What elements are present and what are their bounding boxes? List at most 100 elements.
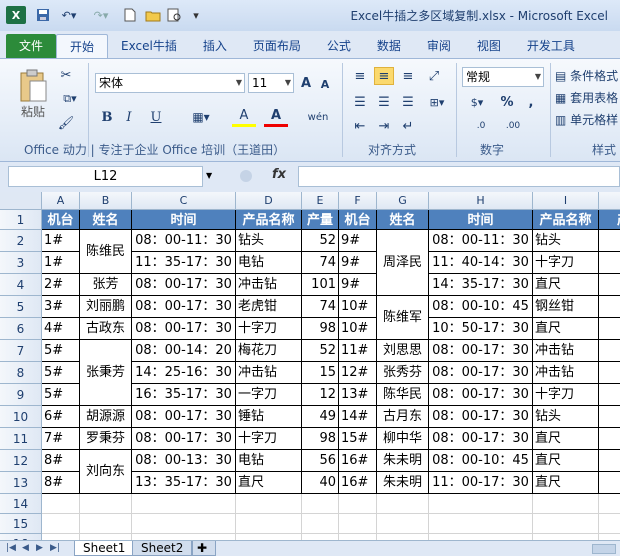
row-header[interactable]: 1: [0, 210, 42, 230]
output-cell[interactable]: 40: [302, 472, 339, 494]
header-cell[interactable]: 产品名称: [236, 210, 302, 230]
header-cell[interactable]: 产量: [302, 210, 339, 230]
row-header[interactable]: 4: [0, 274, 42, 296]
time-cell[interactable]: 08：00-17：30: [429, 428, 533, 450]
time-cell[interactable]: 08：00-17：30: [429, 384, 533, 406]
tab-page-layout[interactable]: 页面布局: [240, 34, 314, 58]
time-cell[interactable]: 08：00-17：30: [429, 362, 533, 384]
name-cell[interactable]: 周泽民: [377, 230, 429, 296]
empty-cell[interactable]: [132, 514, 236, 534]
output-cell[interactable]: 2: [599, 296, 620, 318]
align-right-icon[interactable]: ☰: [398, 93, 418, 111]
time-cell[interactable]: 08：00-11：30: [429, 230, 533, 252]
format-as-table-button[interactable]: ▦ 套用表格: [555, 89, 618, 106]
open-folder-icon[interactable]: [144, 6, 162, 24]
output-cell[interactable]: 52: [302, 230, 339, 252]
machine-cell[interactable]: 12#: [339, 362, 377, 384]
tab-insert[interactable]: 插入: [190, 34, 240, 58]
empty-cell[interactable]: [429, 494, 533, 514]
output-cell[interactable]: 98: [302, 428, 339, 450]
output-cell[interactable]: 49: [302, 406, 339, 428]
machine-cell[interactable]: 11#: [339, 340, 377, 362]
wrap-text-icon[interactable]: ↵: [398, 117, 418, 135]
empty-cell[interactable]: [302, 494, 339, 514]
time-cell[interactable]: 10：50-17：30: [429, 318, 533, 340]
machine-cell[interactable]: 4#: [42, 318, 80, 340]
column-header[interactable]: J: [599, 192, 620, 210]
output-cell[interactable]: 7: [599, 362, 620, 384]
name-cell[interactable]: 柳中华: [377, 428, 429, 450]
empty-cell[interactable]: [42, 494, 80, 514]
column-header[interactable]: E: [302, 192, 339, 210]
font-color-button[interactable]: A: [264, 107, 288, 127]
output-cell[interactable]: 8: [599, 340, 620, 362]
font-size-select[interactable]: 11 ▼: [248, 73, 294, 93]
name-cell[interactable]: 陈维军: [377, 296, 429, 340]
product-cell[interactable]: 十字刀: [533, 252, 599, 274]
product-cell[interactable]: 十字刀: [236, 318, 302, 340]
font-name-select[interactable]: 宋体 ▼: [95, 73, 245, 93]
worksheet-grid[interactable]: ABCDEFGHIJ12345678910111213141516机台姓名时间产…: [0, 192, 620, 540]
row-header[interactable]: 10: [0, 406, 42, 428]
column-header[interactable]: A: [42, 192, 80, 210]
product-cell[interactable]: 电钻: [236, 252, 302, 274]
empty-cell[interactable]: [533, 494, 599, 514]
output-cell[interactable]: 101: [302, 274, 339, 296]
row-header[interactable]: 13: [0, 472, 42, 494]
row-header[interactable]: 5: [0, 296, 42, 318]
column-header[interactable]: B: [80, 192, 132, 210]
grow-font-button[interactable]: A: [298, 73, 314, 93]
italic-button[interactable]: I: [120, 107, 138, 127]
header-cell[interactable]: 姓名: [377, 210, 429, 230]
output-cell[interactable]: 9: [599, 428, 620, 450]
row-header[interactable]: 15: [0, 514, 42, 534]
borders-icon[interactable]: ▦▾: [186, 107, 216, 127]
column-header[interactable]: C: [132, 192, 236, 210]
paste-button[interactable]: 粘贴: [14, 63, 52, 125]
name-cell[interactable]: 陈华民: [377, 384, 429, 406]
format-painter-icon[interactable]: 🖌: [58, 115, 75, 131]
prev-sheet-icon[interactable]: ◀: [22, 543, 29, 553]
next-sheet-icon[interactable]: ▶: [36, 543, 43, 553]
empty-cell[interactable]: [599, 514, 620, 534]
product-cell[interactable]: 电钻: [236, 450, 302, 472]
machine-cell[interactable]: 16#: [339, 472, 377, 494]
insert-sheet-icon[interactable]: ✚: [192, 541, 216, 556]
time-cell[interactable]: 13：35-17：30: [132, 472, 236, 494]
output-cell[interactable]: 15: [302, 362, 339, 384]
product-cell[interactable]: 直尺: [533, 318, 599, 340]
product-cell[interactable]: 冲击钻: [533, 340, 599, 362]
time-cell[interactable]: 08：00-14：20: [132, 340, 236, 362]
time-cell[interactable]: 08：00-17：30: [132, 428, 236, 450]
name-cell[interactable]: 刘丽鹏: [80, 296, 132, 318]
print-preview-icon[interactable]: [166, 6, 184, 24]
redo-icon[interactable]: ↷▾: [90, 6, 112, 24]
time-cell[interactable]: 08：00-13：30: [132, 450, 236, 472]
name-cell[interactable]: 罗秉芬: [80, 428, 132, 450]
product-cell[interactable]: 十字刀: [236, 428, 302, 450]
machine-cell[interactable]: 9#: [339, 252, 377, 274]
header-cell[interactable]: 姓名: [80, 210, 132, 230]
name-cell[interactable]: 刘向东: [80, 450, 132, 494]
empty-cell[interactable]: [302, 514, 339, 534]
row-header[interactable]: 11: [0, 428, 42, 450]
header-cell[interactable]: 时间: [429, 210, 533, 230]
column-header[interactable]: I: [533, 192, 599, 210]
tab-review[interactable]: 审阅: [414, 34, 464, 58]
currency-button[interactable]: $ ▾: [464, 93, 490, 111]
header-cell[interactable]: 时间: [132, 210, 236, 230]
product-cell[interactable]: 直尺: [533, 274, 599, 296]
output-cell[interactable]: 74: [302, 296, 339, 318]
product-cell[interactable]: 钻头: [236, 230, 302, 252]
machine-cell[interactable]: 9#: [339, 274, 377, 296]
output-cell[interactable]: 9: [599, 318, 620, 340]
product-cell[interactable]: 冲击钻: [236, 362, 302, 384]
empty-cell[interactable]: [339, 494, 377, 514]
output-cell[interactable]: 11: [599, 406, 620, 428]
column-header[interactable]: D: [236, 192, 302, 210]
row-header[interactable]: 14: [0, 494, 42, 514]
bold-button[interactable]: B: [98, 107, 116, 127]
machine-cell[interactable]: 13#: [339, 384, 377, 406]
tab-developer[interactable]: 开发工具: [514, 34, 588, 58]
row-header[interactable]: 3: [0, 252, 42, 274]
